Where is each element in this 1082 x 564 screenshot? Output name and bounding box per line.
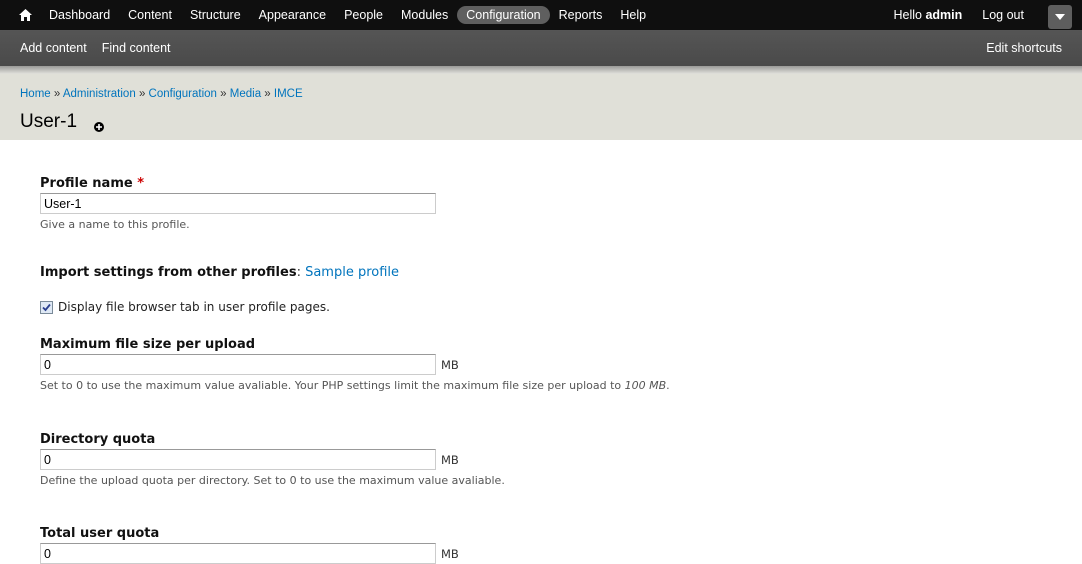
nav-structure[interactable]: Structure xyxy=(181,6,250,24)
admin-toolbar: Dashboard Content Structure Appearance P… xyxy=(0,0,1082,30)
shortcuts-links: Add content Find content xyxy=(20,30,186,66)
breadcrumb-separator: » xyxy=(138,88,146,100)
filesize-unit: MB xyxy=(441,357,459,372)
nav-appearance[interactable]: Appearance xyxy=(250,6,335,24)
sample-profile-link[interactable]: Sample profile xyxy=(305,265,399,280)
breadcrumb-home[interactable]: Home xyxy=(20,88,51,100)
required-marker: * xyxy=(137,176,145,191)
quota-label: Directory quota xyxy=(40,432,156,447)
quota-description: Define the upload quota per directory. S… xyxy=(40,474,505,487)
home-icon[interactable] xyxy=(10,0,40,30)
usertab-checkbox[interactable] xyxy=(40,300,53,314)
filesize-input[interactable] xyxy=(40,354,436,375)
chevron-down-icon xyxy=(1055,14,1065,20)
nav-reports[interactable]: Reports xyxy=(550,6,612,24)
usertab-checkbox-row: Display file browser tab in user profile… xyxy=(40,300,330,314)
usertab-label: Display file browser tab in user profile… xyxy=(58,300,330,314)
quota-input-row: MB xyxy=(40,449,505,470)
quota-field: Directory quota MB Define the upload quo… xyxy=(40,432,505,487)
toolbar-shadow xyxy=(0,66,1082,74)
checkmark-icon xyxy=(42,303,51,311)
filesize-description-end: . xyxy=(666,379,670,392)
profile-name-label-text: Profile name xyxy=(40,176,133,191)
add-shortcut-button[interactable] xyxy=(94,122,104,132)
user-menu: Hello admin Log out xyxy=(894,0,1025,30)
quota-unit: MB xyxy=(441,452,459,467)
filesize-label: Maximum file size per upload xyxy=(40,337,256,352)
breadcrumb-separator: » xyxy=(53,88,61,100)
nav-help[interactable]: Help xyxy=(611,6,655,24)
profile-name-description: Give a name to this profile. xyxy=(40,218,190,231)
import-settings: Import settings from other profiles: Sam… xyxy=(40,265,399,280)
breadcrumb-configuration[interactable]: Configuration xyxy=(149,88,217,100)
page-header: Home » Administration » Configuration » … xyxy=(0,74,1082,140)
plus-icon xyxy=(96,124,102,130)
shortcuts-toggle-button[interactable] xyxy=(1048,5,1072,29)
nav-people[interactable]: People xyxy=(335,6,392,24)
breadcrumb-separator: » xyxy=(220,88,227,100)
shortcuts-bar: Add content Find content Edit shortcuts xyxy=(0,30,1082,66)
tuquota-input[interactable] xyxy=(40,543,436,564)
shortcut-add-content[interactable]: Add content xyxy=(20,41,87,55)
filesize-description: Set to 0 to use the maximum value avalia… xyxy=(40,379,670,392)
tuquota-field: Total user quota MB xyxy=(40,526,459,564)
breadcrumb-media[interactable]: Media xyxy=(230,88,261,100)
edit-shortcuts-link[interactable]: Edit shortcuts xyxy=(986,30,1062,66)
import-settings-label: Import settings from other profiles xyxy=(40,265,297,280)
tuquota-label: Total user quota xyxy=(40,526,160,541)
breadcrumb-separator: » xyxy=(264,88,271,100)
hello-prefix: Hello xyxy=(893,8,926,22)
tuquota-unit: MB xyxy=(441,546,459,561)
import-colon: : xyxy=(296,265,301,280)
filesize-input-row: MB xyxy=(40,354,670,375)
breadcrumb-administration[interactable]: Administration xyxy=(63,88,136,100)
hello-text: Hello admin xyxy=(894,8,963,22)
nav-dashboard[interactable]: Dashboard xyxy=(40,6,119,24)
filesize-field: Maximum file size per upload MB Set to 0… xyxy=(40,337,670,392)
nav-configuration[interactable]: Configuration xyxy=(457,6,550,24)
tuquota-input-row: MB xyxy=(40,543,459,564)
page-title: User-1 xyxy=(20,111,78,132)
profile-name-label: Profile name * xyxy=(40,176,436,191)
shortcut-find-content[interactable]: Find content xyxy=(102,41,171,55)
php-limit: 100 MB xyxy=(624,379,667,392)
breadcrumb-imce[interactable]: IMCE xyxy=(274,88,303,100)
username[interactable]: admin xyxy=(925,8,962,22)
toolbar-menu: Dashboard Content Structure Appearance P… xyxy=(10,0,655,30)
breadcrumb: Home » Administration » Configuration » … xyxy=(20,88,303,100)
profile-name-input[interactable] xyxy=(40,193,436,214)
nav-modules[interactable]: Modules xyxy=(392,6,457,24)
profile-name-field: Profile name * Give a name to this profi… xyxy=(40,176,436,231)
logout-link[interactable]: Log out xyxy=(982,8,1024,22)
filesize-description-text: Set to 0 to use the maximum value avalia… xyxy=(40,379,625,392)
nav-content[interactable]: Content xyxy=(119,6,181,24)
quota-input[interactable] xyxy=(40,449,436,470)
